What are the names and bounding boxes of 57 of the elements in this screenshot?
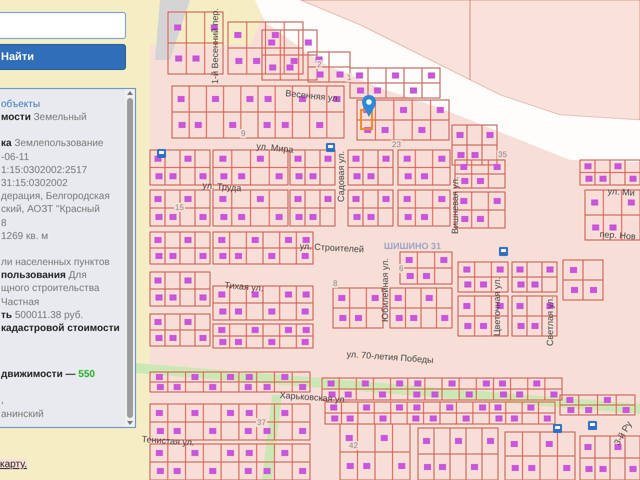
house-number: 2 — [316, 60, 322, 69]
street-label: ул. Мира — [256, 141, 294, 155]
info-line: , — [1, 394, 5, 408]
street-label: 3-й Ру — [612, 419, 634, 447]
search-field[interactable] — [0, 12, 126, 39]
street-label: Харьковская ул. — [279, 390, 348, 405]
street-label: Цветочная ул. — [492, 277, 502, 336]
info-line: анинский — [1, 408, 45, 421]
house-number: 23 — [391, 140, 402, 149]
info-line: ли населенных пунктов — [1, 256, 111, 270]
street-label: Весенняя ул. — [284, 88, 340, 104]
map-link[interactable]: карту. — [0, 459, 27, 470]
house-number: 15 — [174, 203, 185, 212]
info-line: 1:15:0302002:2517 — [1, 164, 88, 178]
info-line: дерация, Белгородская — [1, 190, 111, 204]
street-label: Юбилейная ул. — [380, 258, 390, 322]
info-line: ть 500011.38 руб. — [1, 308, 84, 322]
house-number: 37 — [256, 418, 267, 427]
street-label: Вишневая ул. — [450, 176, 460, 234]
info-line: 1269 кв. м — [1, 230, 50, 244]
street-label: пер. Нов — [599, 229, 636, 242]
search-button[interactable]: Найти — [0, 44, 126, 70]
bus-stop-icon[interactable] — [157, 149, 166, 158]
info-line: щного строительства — [1, 282, 100, 296]
info-line: объекты — [1, 98, 42, 112]
locality-label: ШИШИНО 31 — [384, 241, 442, 251]
info-line: Частная — [1, 296, 40, 309]
scrollbar[interactable] — [125, 89, 135, 427]
info-line: ский, АОЗТ "Красный — [1, 203, 101, 217]
street-label: 1-й Весенний пер. — [210, 8, 220, 84]
street-label: ул. Строителей — [299, 241, 364, 254]
info-line: -06-11 — [1, 150, 30, 164]
bus-stop-icon[interactable] — [326, 143, 335, 152]
bus-stop-icon[interactable] — [588, 421, 597, 430]
house-number: 9 — [240, 129, 246, 138]
street-label: Тенистая ул. — [141, 434, 195, 448]
street-label: ул. 70-летия Победы — [346, 349, 434, 366]
info-line: ка Землепользование — [1, 137, 104, 151]
info-line: кадастровой стоимости — [1, 322, 121, 336]
info-line: 8 — [1, 216, 8, 230]
house-number: 6 — [398, 264, 404, 273]
info-line: мости Земельный — [1, 111, 88, 124]
street-label: ул. Труда — [202, 180, 242, 194]
street-label: ул. Ми — [607, 186, 636, 198]
bus-stop-icon[interactable] — [499, 247, 508, 256]
info-line: пользования Для — [1, 269, 88, 282]
street-label: Садовая ул. — [336, 151, 346, 202]
info-line: движимости — 550 — [1, 368, 96, 382]
house-number: 42 — [348, 441, 359, 450]
map-pin-icon[interactable] — [361, 94, 377, 118]
info-line: 31:15:0302002 — [1, 177, 69, 190]
house-number: 8 — [332, 279, 338, 288]
street-label: Светлая ул. — [545, 296, 555, 346]
house-number: 35 — [497, 150, 508, 159]
house-number: 1 — [346, 73, 352, 82]
bus-stop-icon[interactable] — [553, 424, 562, 433]
street-label: Тихая ул. — [224, 280, 264, 294]
